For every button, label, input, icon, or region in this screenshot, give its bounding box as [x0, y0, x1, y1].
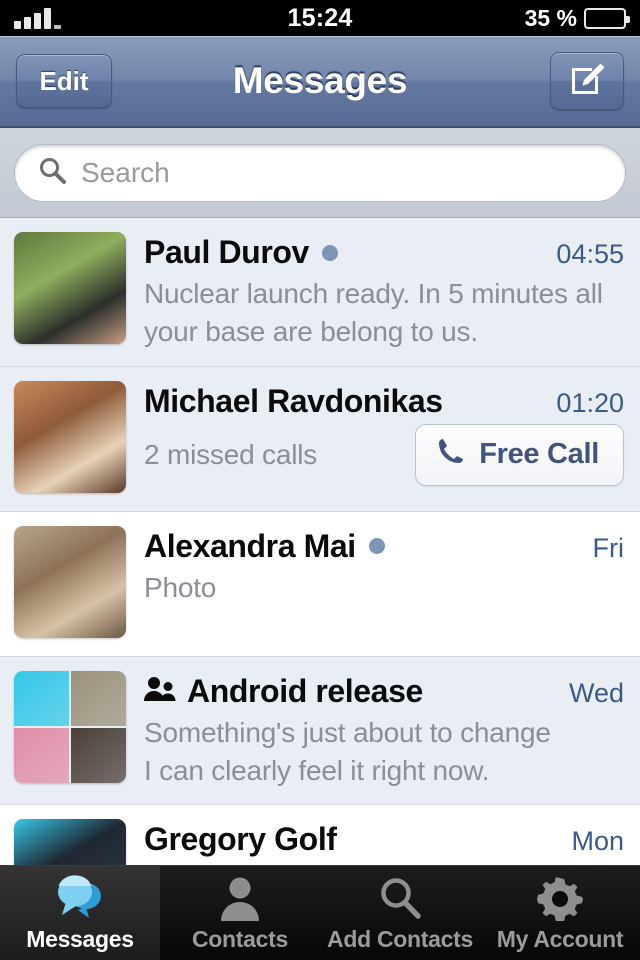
search-area: Search [0, 128, 640, 218]
free-call-button[interactable]: Free Call [415, 423, 624, 486]
conversation-body: Paul Durov 04:55 Nuclear launch ready. In … [144, 232, 624, 352]
navigation-bar: Edit Messages [0, 36, 640, 128]
conversation-header: Android release Wed [144, 673, 624, 710]
avatar-tile [14, 727, 69, 783]
search-placeholder: Search [81, 156, 170, 188]
tab-bar[interactable]: Messages Contacts Add Contacts My Account [0, 865, 640, 960]
avatar [14, 232, 126, 344]
timestamp: Mon [571, 826, 624, 857]
battery-indicator: 35 % [524, 4, 630, 32]
contact-name: Android release [187, 672, 423, 709]
unread-dot-icon [368, 538, 385, 555]
message-preview: Something's just about to change I can cl… [144, 714, 551, 791]
timestamp: Wed [568, 677, 624, 708]
timestamp: Fri [592, 532, 624, 563]
group-people-icon [144, 676, 176, 702]
conversation-header: Gregory Golf Mon [144, 821, 624, 858]
free-call-label: Free Call [479, 438, 599, 471]
message-preview-line: Photo [144, 571, 217, 603]
conversation-header: Paul Durov 04:55 [144, 234, 624, 271]
tab-messages[interactable]: Messages [0, 866, 160, 960]
avatar [14, 525, 126, 638]
chat-bubbles-icon [56, 873, 104, 923]
status-bar: 15:24 35 % [0, 0, 640, 36]
compose-pencil-icon [567, 59, 607, 104]
message-preview: Nuclear launch ready. In 5 minutes all yo… [144, 275, 603, 352]
phone-icon [436, 436, 466, 474]
tab-contacts[interactable]: Contacts [160, 866, 320, 960]
message-preview: 2 missed calls [144, 436, 317, 474]
tab-my-account[interactable]: My Account [480, 866, 640, 960]
conversation-row[interactable]: Paul Durov 04:55 Nuclear launch ready. In … [0, 218, 640, 367]
edit-button[interactable]: Edit [16, 54, 112, 108]
contact-name: Gregory Golf [144, 821, 337, 858]
search-input[interactable]: Search [14, 143, 626, 202]
timestamp: 04:55 [556, 239, 624, 269]
edit-button-label: Edit [39, 65, 89, 96]
search-icon [37, 155, 67, 190]
message-preview: Photo [144, 569, 216, 607]
conversation-body: Alexandra Mai Fri Photo [144, 526, 624, 642]
message-preview-line: I can clearly feel it right now. [144, 755, 490, 787]
conversation-body: Michael Ravdonikas 01:20 2 missed calls Fre… [144, 381, 624, 497]
contact-name: Alexandra Mai [144, 527, 356, 564]
conversation-body: Android release Wed Something's just about… [144, 671, 624, 791]
battery-icon [584, 7, 630, 29]
conversation-preview-row: 2 missed calls Free Call [144, 423, 624, 486]
conversation-row[interactable]: Michael Ravdonikas 01:20 2 missed calls Fre… [0, 366, 640, 512]
search-icon [376, 873, 424, 923]
compose-button[interactable] [550, 52, 624, 110]
message-preview-line: Nuclear launch ready. In 5 minutes all [144, 278, 603, 309]
unread-dot-icon [321, 244, 338, 261]
conversation-header: Alexandra Mai Fri [144, 528, 624, 565]
message-preview-line: 2 missed calls [144, 438, 318, 470]
contact-name: Michael Ravdonikas [144, 382, 443, 419]
tab-add-contacts[interactable]: Add Contacts [320, 866, 480, 960]
conversation-list[interactable]: Paul Durov 04:55 Nuclear launch ready. In … [0, 218, 640, 951]
avatar [14, 380, 126, 493]
gear-icon [536, 873, 584, 923]
tab-label: My Account [496, 926, 624, 952]
person-icon [216, 873, 264, 923]
conversation-header: Michael Ravdonikas 01:20 [144, 383, 624, 420]
avatar-tile [14, 670, 69, 726]
conversation-preview-row: Photo [144, 569, 624, 607]
tab-label: Messages [26, 926, 134, 952]
conversation-row[interactable]: Android release Wed Something's just about… [0, 656, 640, 806]
group-avatar [14, 670, 126, 783]
conversation-preview-row: Something's just about to change I can cl… [144, 714, 624, 791]
tab-label: Add Contacts [327, 926, 473, 952]
tab-label: Contacts [191, 926, 288, 952]
conversation-row[interactable]: Alexandra Mai Fri Photo [0, 511, 640, 657]
avatar-tile [71, 670, 126, 726]
message-preview-line: Something's just about to change [144, 716, 551, 748]
message-preview-line: your base are belong to us. [144, 316, 478, 348]
timestamp: 01:20 [556, 387, 624, 418]
avatar-tile [71, 727, 126, 783]
conversation-preview-row: Nuclear launch ready. In 5 minutes all yo… [144, 275, 624, 352]
contact-name: Paul Durov [144, 234, 309, 270]
battery-percent-label: 35 % [524, 4, 577, 31]
